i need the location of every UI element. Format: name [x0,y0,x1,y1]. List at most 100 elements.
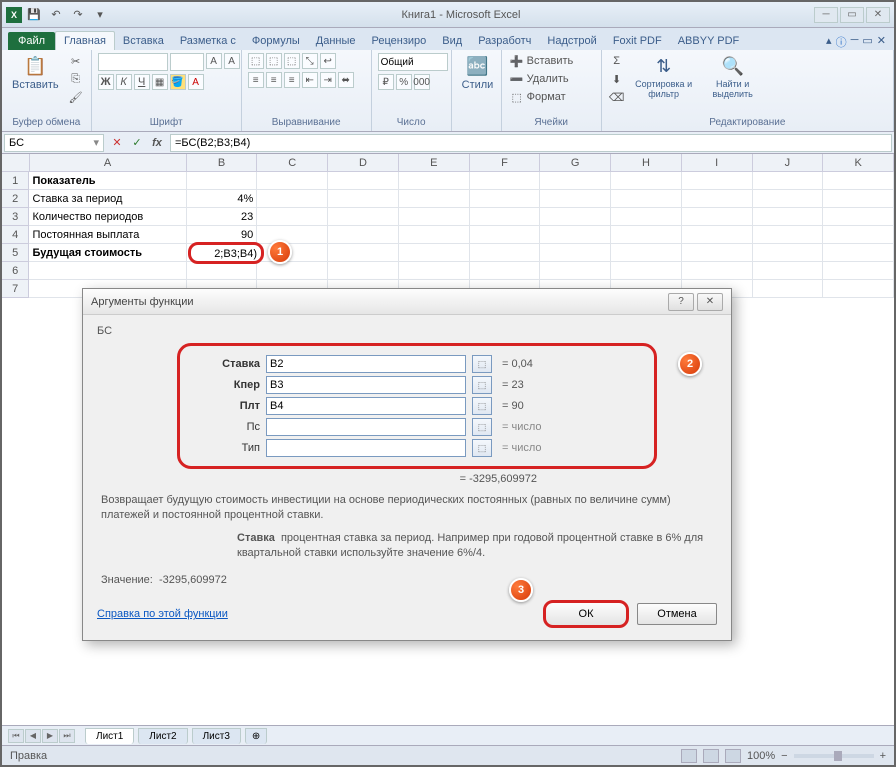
col-header-K[interactable]: K [823,154,894,172]
zoom-level[interactable]: 100% [747,750,775,762]
accept-formula-button[interactable]: ✓ [128,134,146,152]
row-header-7[interactable]: 7 [2,280,29,298]
ribbon-window-close-icon[interactable]: ✕ [877,34,886,50]
comma-button[interactable]: 000 [414,74,430,90]
font-color-button[interactable]: A [188,74,204,90]
row-header-3[interactable]: 3 [2,208,29,226]
number-format-select[interactable] [378,53,448,71]
view-pagebreak-button[interactable] [725,749,741,763]
dialog-ok-button[interactable]: ОК [543,600,629,628]
active-cell-B5[interactable]: 2;B3;B4) [188,242,264,264]
tab-home[interactable]: Главная [55,31,115,50]
cancel-formula-button[interactable]: ✕ [108,134,126,152]
minimize-button[interactable]: ─ [814,7,838,23]
autosum-button[interactable]: Σ [608,53,626,69]
cell-A4[interactable]: Постоянная выплата [29,226,186,244]
copy-button[interactable]: ⎘ [67,71,85,87]
bold-button[interactable]: Ж [98,74,114,90]
new-sheet-button[interactable]: ⊕ [245,728,267,744]
col-header-I[interactable]: I [682,154,753,172]
sheet-nav-prev[interactable]: ◀ [25,729,41,743]
view-layout-button[interactable] [703,749,719,763]
font-name-select[interactable] [98,53,168,71]
namebox-dropdown-icon[interactable]: ▾ [93,136,99,149]
percent-button[interactable]: % [396,74,412,90]
format-painter-button[interactable]: 🖌 [67,89,85,105]
dialog-title-bar[interactable]: Аргументы функции ? ✕ [83,289,731,315]
orientation-button[interactable]: ⤡ [302,53,318,69]
fill-color-button[interactable]: 🪣 [170,74,186,90]
sort-filter-button[interactable]: ⇅Сортировка и фильтр [630,53,698,101]
increase-indent-button[interactable]: ⇥ [320,72,336,88]
range-selector-pmt[interactable]: ⬚ [472,397,492,415]
col-header-E[interactable]: E [399,154,470,172]
dialog-cancel-button[interactable]: Отмена [637,603,717,625]
row-header-4[interactable]: 4 [2,226,29,244]
row-header-2[interactable]: 2 [2,190,29,208]
arg-input-pv[interactable] [266,418,466,436]
arg-input-nper[interactable] [266,376,466,394]
align-right-button[interactable]: ≡ [284,72,300,88]
cell-B3[interactable]: 23 [187,208,258,226]
tab-view[interactable]: Вид [434,32,470,50]
align-top-button[interactable]: ⬚ [248,53,264,69]
view-normal-button[interactable] [681,749,697,763]
tab-file[interactable]: Файл [8,32,55,50]
shrink-font-button[interactable]: A [224,53,240,69]
tab-abbyy[interactable]: ABBYY PDF [670,32,748,50]
range-selector-rate[interactable]: ⬚ [472,355,492,373]
name-box[interactable]: БС▾ [4,134,104,152]
select-all-corner[interactable] [2,154,30,172]
cell-B1[interactable] [187,172,258,190]
tab-data[interactable]: Данные [308,32,364,50]
merge-button[interactable]: ⬌ [338,72,354,88]
col-header-F[interactable]: F [470,154,541,172]
ribbon-window-min-icon[interactable]: ─ [851,34,859,50]
cut-button[interactable]: ✂ [67,53,85,69]
fill-button[interactable]: ⬇ [608,71,626,87]
row-header-1[interactable]: 1 [2,172,29,190]
row-header-5[interactable]: 5 [2,244,29,262]
undo-icon[interactable]: ↶ [48,7,64,23]
underline-button[interactable]: Ч [134,74,150,90]
sheet-tab-1[interactable]: Лист1 [85,728,134,744]
formula-bar[interactable]: =БС(B2;B3;B4) [170,134,892,152]
arg-input-rate[interactable] [266,355,466,373]
tab-review[interactable]: Рецензиро [364,32,435,50]
cell-A5[interactable]: Будущая стоимость [29,244,186,262]
paste-button[interactable]: 📋 Вставить [8,53,63,93]
cell-B2[interactable]: 4% [187,190,258,208]
range-selector-nper[interactable]: ⬚ [472,376,492,394]
tab-foxit[interactable]: Foxit PDF [605,32,670,50]
arg-input-pmt[interactable] [266,397,466,415]
sheet-nav-last[interactable]: ⏭ [59,729,75,743]
wrap-text-button[interactable]: ↩ [320,53,336,69]
font-size-select[interactable] [170,53,204,71]
col-header-J[interactable]: J [753,154,824,172]
row-header-6[interactable]: 6 [2,262,29,280]
dialog-help-link[interactable]: Справка по этой функции [97,608,228,620]
cell-A3[interactable]: Количество периодов [29,208,186,226]
border-button[interactable]: ▦ [152,74,168,90]
cell-A1[interactable]: Показатель [29,172,186,190]
tab-addins[interactable]: Надстрой [539,32,604,50]
qat-dropdown-icon[interactable]: ▾ [92,7,108,23]
zoom-slider[interactable] [794,754,874,758]
currency-button[interactable]: ₽ [378,74,394,90]
dialog-close-button[interactable]: ✕ [697,293,723,311]
clear-button[interactable]: ⌫ [608,89,626,105]
find-select-button[interactable]: 🔍Найти и выделить [702,53,764,101]
sheet-nav-first[interactable]: ⏮ [8,729,24,743]
ribbon-window-restore-icon[interactable]: ▭ [862,34,872,50]
align-middle-button[interactable]: ⬚ [266,53,282,69]
worksheet-grid[interactable]: A B C D E F G H I J K 1Показатель 2Ставк… [2,154,894,298]
align-left-button[interactable]: ≡ [248,72,264,88]
tab-layout[interactable]: Разметка с [172,32,244,50]
arg-input-type[interactable] [266,439,466,457]
range-selector-pv[interactable]: ⬚ [472,418,492,436]
sheet-nav-next[interactable]: ▶ [42,729,58,743]
format-cells-button[interactable]: ⬚Формат [508,89,576,105]
tab-insert[interactable]: Вставка [115,32,172,50]
align-bottom-button[interactable]: ⬚ [284,53,300,69]
col-header-C[interactable]: C [257,154,328,172]
